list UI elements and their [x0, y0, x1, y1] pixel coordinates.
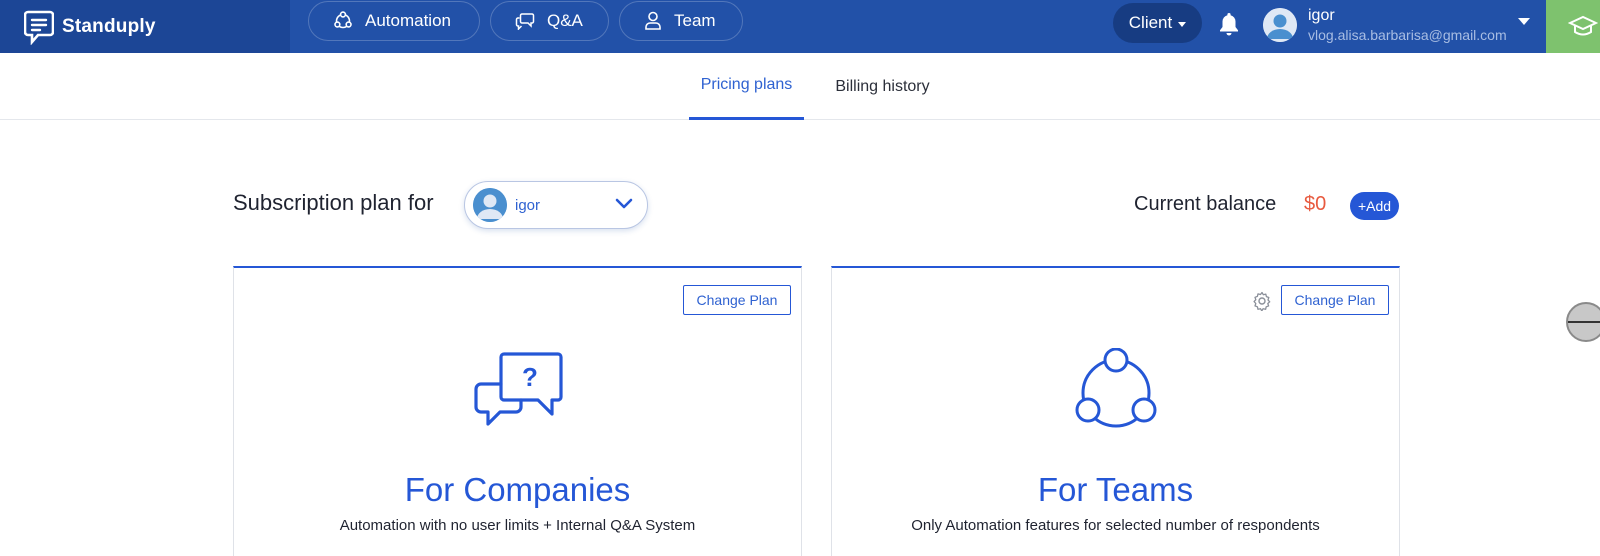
- automation-icon: [334, 11, 352, 29]
- nav-automation[interactable]: Automation: [308, 1, 480, 41]
- tab-billing-history[interactable]: Billing history: [825, 53, 940, 120]
- avatar: [1263, 8, 1297, 42]
- tab-pricing-plans[interactable]: Pricing plans: [689, 53, 804, 120]
- user-menu[interactable]: igor vlog.alisa.barbarisa@gmail.com: [1263, 4, 1530, 46]
- user-avatar-icon: [473, 188, 507, 222]
- balance-label: Current balance: [1134, 193, 1277, 215]
- client-label: Client: [1128, 13, 1173, 32]
- plan-card-teams: Change Plan For Teams Only Automation fe…: [831, 266, 1400, 556]
- client-dropdown[interactable]: Client: [1113, 3, 1202, 43]
- top-bar: Standuply Automation Q&A Team Client igo…: [0, 0, 1600, 53]
- plan-card-companies: Change Plan ? For Companies Automation w…: [233, 266, 802, 556]
- subscription-label: Subscription plan for: [233, 190, 434, 215]
- plan-description: Only Automation features for selected nu…: [911, 517, 1320, 534]
- plan-title: For Companies: [404, 471, 631, 508]
- cursor-crosshair: [1568, 321, 1600, 323]
- caret-down-icon: [1518, 18, 1530, 25]
- bell-icon[interactable]: [1217, 11, 1241, 37]
- learning-tab[interactable]: [1546, 0, 1600, 53]
- user-icon: [645, 11, 661, 30]
- user-name: igor: [1308, 7, 1335, 24]
- balance-value: $0: [1304, 193, 1327, 215]
- user-email: vlog.alisa.barbarisa@gmail.com: [1308, 27, 1507, 43]
- question-bubbles-icon: ?: [473, 352, 563, 426]
- selected-user: igor: [515, 196, 541, 214]
- brand-name: Standuply: [62, 15, 156, 37]
- caret-down-icon: [1178, 22, 1187, 27]
- change-plan-button[interactable]: Change Plan: [1281, 285, 1389, 315]
- plan-description: Automation with no user limits + Interna…: [339, 517, 696, 534]
- main-nav: Automation Q&A Team: [308, 1, 743, 41]
- standuply-logo-icon: [24, 10, 54, 45]
- plan-title: For Teams: [1037, 471, 1194, 508]
- nav-team[interactable]: Team: [619, 1, 743, 41]
- team-circle-icon: [1075, 348, 1156, 428]
- avatar: [473, 188, 507, 222]
- subscription-user-select[interactable]: igor: [464, 181, 648, 229]
- nav-team-label: Team: [674, 11, 716, 30]
- chevron-down-icon: [615, 198, 633, 209]
- svg-text:?: ?: [522, 362, 538, 392]
- user-avatar-icon: [1263, 8, 1297, 42]
- tab-billing-history-label: Billing history: [835, 77, 930, 95]
- nav-qa[interactable]: Q&A: [490, 1, 609, 41]
- chat-icon: [515, 13, 535, 30]
- tab-pricing-plans-label: Pricing plans: [700, 76, 793, 93]
- nav-automation-label: Automation: [365, 11, 451, 30]
- billing-tabs: Pricing plans Billing history: [0, 53, 1600, 120]
- nav-qa-label: Q&A: [547, 11, 583, 30]
- graduation-cap-icon: [1568, 15, 1598, 35]
- gear-icon[interactable]: [1252, 291, 1272, 311]
- user-info: igor vlog.alisa.barbarisa@gmail.com: [1308, 7, 1507, 43]
- change-plan-button[interactable]: Change Plan: [683, 285, 791, 315]
- add-balance-button[interactable]: +Add: [1350, 192, 1399, 220]
- brand-area[interactable]: Standuply: [0, 0, 290, 53]
